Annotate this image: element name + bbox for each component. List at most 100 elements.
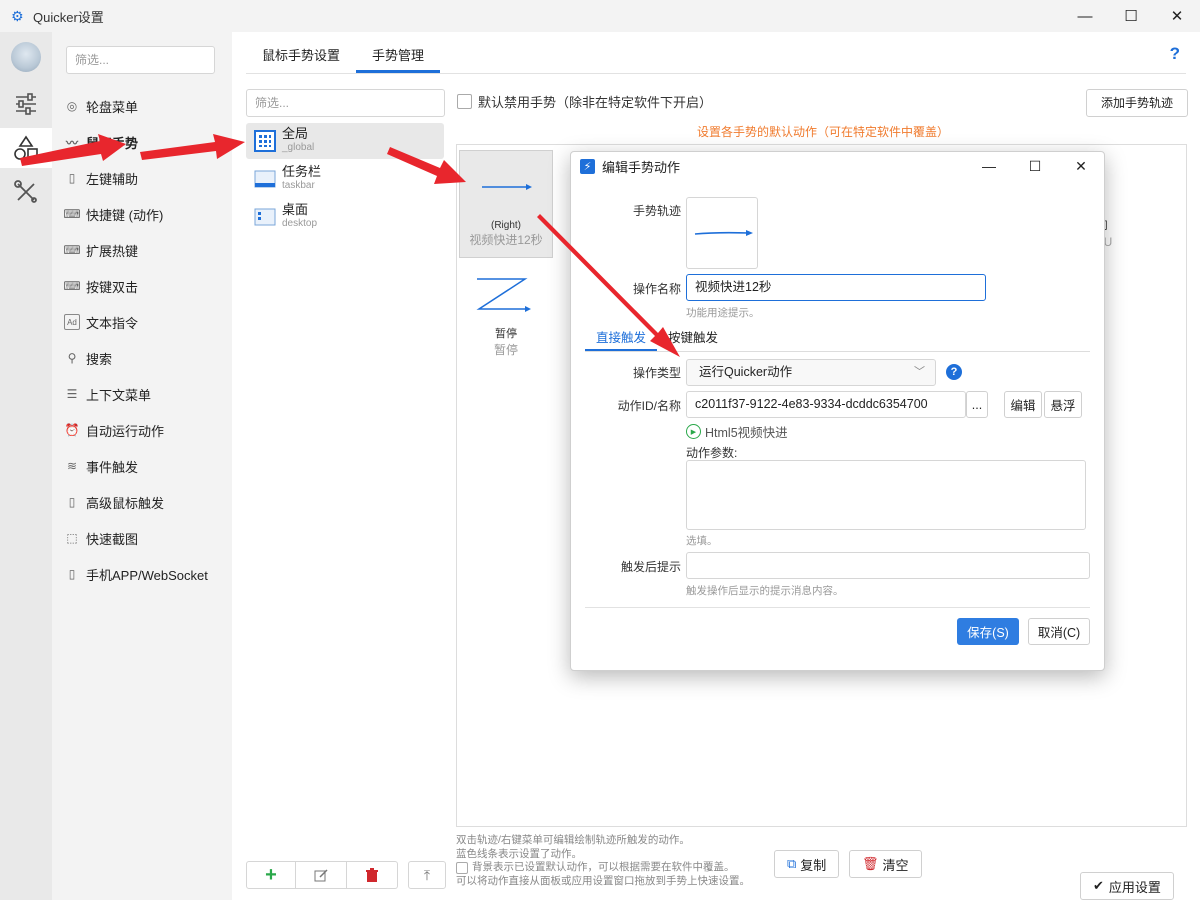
window-title: Quicker设置: [33, 9, 104, 25]
tools-icon[interactable]: [0, 172, 52, 212]
scene-item-global[interactable]: 全局 _global: [246, 123, 444, 159]
params-hint: 选填。: [686, 535, 718, 547]
edit-action-button[interactable]: 编辑: [1004, 391, 1042, 418]
edit-gesture-dialog: ⚡ 编辑手势动作 — ☐ ✕ 手势轨迹 操作名称 视频快进12秒 功能用途提示。…: [570, 151, 1105, 671]
alarm-icon: ⏰: [64, 423, 80, 437]
scene-item-desktop[interactable]: 桌面 desktop: [246, 199, 444, 235]
menu-item-label: 按键双击: [86, 279, 139, 295]
trash-icon: [366, 867, 378, 882]
apply-settings-button[interactable]: ✔ 应用设置: [1080, 872, 1174, 900]
help-icon[interactable]: ?: [946, 364, 962, 380]
menu-item-screenshot[interactable]: ⬚ 快速截图: [64, 525, 224, 551]
action-name-input[interactable]: 视频快进12秒: [686, 274, 986, 301]
scene-name: 桌面: [282, 202, 309, 217]
edit-scene-button[interactable]: [296, 861, 347, 889]
id-label: 动作ID/名称: [617, 399, 681, 413]
screenshot-icon: ⬚: [66, 531, 78, 545]
gesture-cell-right[interactable]: (Right) 视频快进12秒: [459, 150, 553, 258]
clear-label: 清空: [882, 857, 909, 873]
tab-gesture-settings[interactable]: 鼠标手势设置: [246, 32, 356, 72]
menu-item-ext-hotkey[interactable]: ⌨ 扩展热键: [63, 237, 224, 263]
minimize-button[interactable]: —: [1062, 0, 1108, 32]
default-action-tip: 设置各手势的默认动作（可在特定软件中覆盖）: [697, 125, 950, 139]
add-track-button[interactable]: 添加手势轨迹: [1085, 89, 1188, 117]
menu-item-phone-app[interactable]: ▯ 手机APP/WebSocket: [64, 561, 224, 587]
disable-gesture-checkbox[interactable]: 默认禁用手势（除非在特定软件下开启）: [457, 92, 712, 111]
sliders-icon[interactable]: [0, 84, 52, 124]
action-params-textarea[interactable]: [686, 460, 1086, 530]
close-button[interactable]: ✕: [1154, 0, 1200, 32]
lightning-icon: ⚡: [580, 158, 595, 174]
action-type-select[interactable]: 运行Quicker动作 ﹀: [686, 359, 936, 386]
apply-label: 应用设置: [1108, 879, 1161, 895]
menu-item-label: 轮盘菜单: [86, 99, 139, 115]
menu-item-label: 手机APP/WebSocket: [86, 567, 208, 583]
dialog-maximize-button[interactable]: ☐: [1012, 152, 1058, 180]
maximize-button[interactable]: ☐: [1108, 0, 1154, 32]
dialog-tabs-divider: [585, 351, 1090, 352]
note-line: 蓝色线条表示设置了动作。: [456, 847, 582, 860]
menu-item-event-trigger[interactable]: ≋ 事件触发: [64, 453, 224, 479]
clear-button[interactable]: 🗑 清空: [849, 850, 922, 878]
browse-button[interactable]: ...: [966, 391, 988, 418]
move-top-button[interactable]: ⤒: [408, 861, 446, 889]
dialog-divider: [585, 607, 1090, 608]
plus-icon: +: [265, 864, 277, 886]
check-icon: ✔: [1093, 878, 1104, 893]
delete-scene-button[interactable]: [347, 861, 398, 889]
menu-item-label: 自动运行动作: [86, 423, 165, 439]
track-preview[interactable]: [686, 197, 758, 269]
scene-item-taskbar[interactable]: 任务栏 taskbar: [246, 161, 444, 197]
menu-item-left-click[interactable]: ▯ 左键辅助: [64, 165, 224, 191]
menu-item-mouse-gesture[interactable]: 〰鼠标手势: [64, 129, 224, 155]
copy-button[interactable]: ⧉ 复制: [774, 850, 840, 878]
action-id-input[interactable]: c2011f37-9122-4e83-9334-dcddc6354700: [686, 391, 966, 418]
search-icon: ⚲: [67, 351, 77, 365]
tab-direct-trigger[interactable]: 直接触发: [585, 327, 658, 351]
action-link[interactable]: ▶ Html5视频快进: [686, 422, 788, 441]
tab-gesture-manage[interactable]: 手势管理: [356, 32, 441, 73]
scene-name: 全局: [282, 126, 309, 141]
menu-item-search[interactable]: ⚲ 搜索: [64, 345, 224, 371]
phone-icon: ▯: [68, 567, 76, 581]
menu-lines-icon: ☰: [66, 387, 78, 401]
menu-item-wheel[interactable]: ◎ 轮盘菜单: [64, 93, 224, 119]
add-scene-button[interactable]: +: [246, 861, 296, 889]
dialog-minimize-button[interactable]: —: [966, 152, 1012, 180]
menu-item-label: 上下文菜单: [86, 387, 152, 403]
menu-item-hotkey[interactable]: ⌨ 快捷键 (动作): [63, 201, 224, 227]
edit-icon: [314, 868, 328, 881]
tab-key-trigger[interactable]: 按键触发: [657, 327, 729, 351]
save-button[interactable]: 保存(S): [957, 618, 1019, 645]
ad-icon: Ad: [64, 314, 80, 330]
menu-item-context-menu[interactable]: ☰ 上下文菜单: [64, 381, 224, 407]
menu-item-text-command[interactable]: Ad 文本指令: [64, 309, 224, 335]
help-icon[interactable]: ?: [1170, 44, 1180, 64]
float-action-button[interactable]: 悬浮: [1044, 391, 1082, 418]
gear-icon: ⚙: [11, 8, 24, 24]
dialog-close-button[interactable]: ✕: [1058, 152, 1104, 180]
menu-item-auto-run[interactable]: ⏰ 自动运行动作: [64, 417, 224, 443]
dialog-title: 编辑手势动作: [602, 159, 681, 175]
menu-filter-input[interactable]: 筛选...: [66, 46, 215, 74]
copy-icon: ⧉: [787, 856, 797, 871]
gesture-cell-pause[interactable]: 暂停 暂停: [459, 262, 553, 370]
trash-icon: 🗑: [862, 856, 879, 871]
avatar[interactable]: [11, 42, 41, 72]
menu-item-double-press[interactable]: ⌨ 按键双击: [63, 273, 224, 299]
icon-rail: [0, 32, 52, 900]
mouse-icon: ▯: [68, 495, 76, 509]
checkbox-box[interactable]: [457, 94, 472, 109]
menu-item-adv-mouse[interactable]: ▯ 高级鼠标触发: [64, 489, 224, 515]
arrow-top-icon: ⤒: [423, 866, 431, 883]
trigger-tip-input[interactable]: [686, 552, 1090, 579]
tip-label: 触发后提示: [620, 560, 681, 574]
wheel-icon: ◎: [66, 99, 78, 113]
cancel-button[interactable]: 取消(C): [1028, 618, 1090, 645]
title-bar: ⚙ Quicker设置 — ☐ ✕: [0, 0, 1200, 32]
scene-filter-input[interactable]: 筛选...: [246, 89, 445, 117]
menu-item-label: 快速截图: [86, 531, 139, 547]
type-label: 操作类型: [632, 366, 681, 380]
menu-item-label: 事件触发: [86, 459, 139, 475]
shapes-icon[interactable]: [0, 128, 52, 168]
